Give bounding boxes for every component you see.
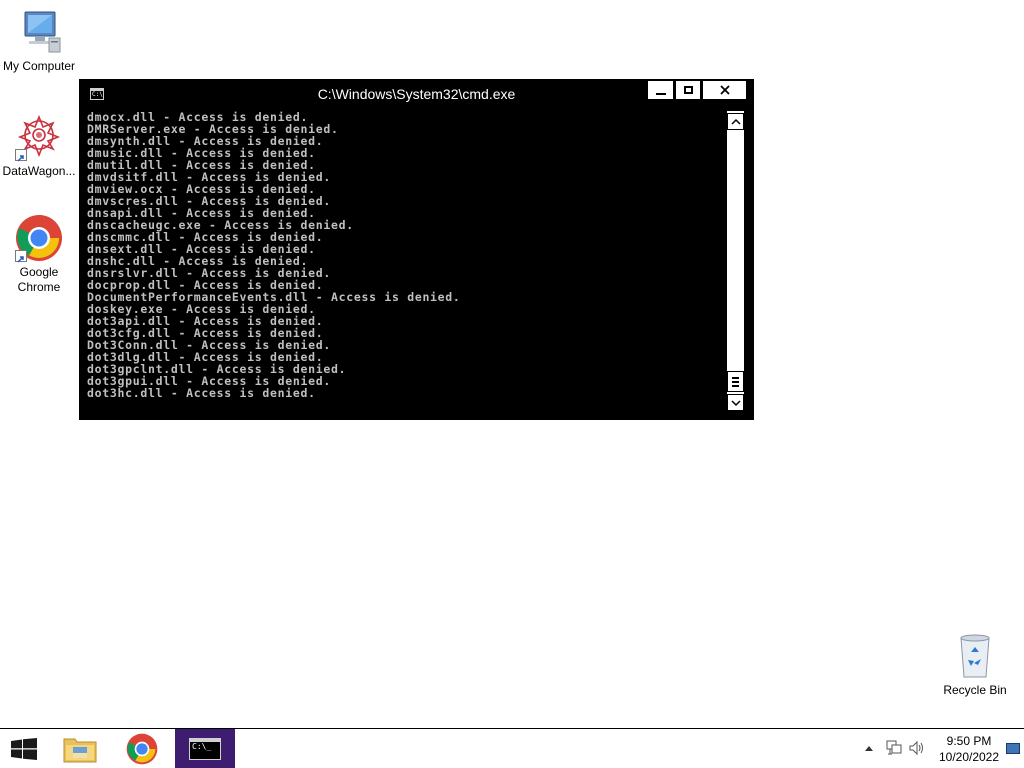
- chrome-icon: [15, 214, 63, 263]
- console-line: dot3hc.dll - Access is denied.: [87, 386, 316, 400]
- network-icon: [886, 740, 902, 755]
- minimize-button[interactable]: [647, 80, 674, 100]
- cmd-title-bar[interactable]: C:\Windows\System32\cmd.exe C:\: [79, 79, 754, 109]
- show-desktop-button[interactable]: [1006, 743, 1020, 754]
- cmd-window[interactable]: C:\Windows\System32\cmd.exe C:\ dmocx.dl…: [79, 79, 754, 420]
- recycle-bin-icon: [951, 632, 999, 680]
- console-output[interactable]: dmocx.dll - Access is denied. DMRServer.e…: [87, 111, 727, 411]
- chrome-icon: [126, 733, 158, 765]
- close-button[interactable]: [702, 80, 747, 100]
- computer-icon: [15, 8, 63, 56]
- desktop-icon-my-computer[interactable]: My Computer: [0, 8, 78, 74]
- windows-logo-icon: [11, 738, 37, 760]
- desktop-icon-label: My Computer: [2, 59, 76, 73]
- taskbar-clock[interactable]: 9:50 PM 10/20/2022: [933, 733, 1005, 765]
- desktop-icon-google-chrome[interactable]: Google Chrome: [0, 214, 78, 295]
- volume-tray-button[interactable]: [908, 729, 926, 768]
- desktop-icon-label: Recycle Bin: [943, 683, 1007, 697]
- taskbar-command-prompt[interactable]: C:\_: [175, 729, 235, 768]
- chevron-up-icon: [731, 118, 741, 125]
- taskbar-google-chrome[interactable]: [119, 729, 165, 768]
- volume-icon: [909, 740, 923, 756]
- desktop-icon-label: DataWagon...: [2, 164, 76, 178]
- show-hidden-icons-button[interactable]: [860, 729, 878, 768]
- start-button[interactable]: [0, 729, 48, 768]
- network-tray-button[interactable]: [885, 729, 903, 768]
- chevron-up-icon: [865, 746, 873, 751]
- datawagon-icon: [15, 113, 63, 162]
- shortcut-arrow-icon: [15, 149, 27, 162]
- close-icon: [719, 85, 730, 95]
- desktop-icon-label: Google Chrome: [17, 265, 61, 294]
- maximize-button[interactable]: [675, 80, 701, 100]
- folder-icon: [63, 738, 97, 763]
- desktop-icon-recycle-bin[interactable]: Recycle Bin: [936, 632, 1014, 698]
- scroll-down-button[interactable]: [727, 394, 744, 411]
- cmd-icon-text: C:\_: [192, 742, 212, 751]
- minimize-icon: [656, 93, 666, 95]
- clock-date: 10/20/2022: [938, 750, 1000, 764]
- cmd-app-icon-text: C:\: [92, 91, 103, 98]
- maximize-icon: [684, 86, 693, 94]
- cmd-icon: C:\_: [189, 738, 221, 760]
- vertical-scrollbar[interactable]: [727, 111, 744, 411]
- desktop-icon-datawagon[interactable]: DataWagon...: [0, 113, 78, 179]
- chevron-down-icon: [731, 400, 741, 407]
- cmd-app-icon[interactable]: C:\: [90, 88, 104, 100]
- shortcut-arrow-icon: [15, 250, 27, 263]
- scroll-up-button[interactable]: [727, 113, 744, 130]
- desktop: My Computer DataWagon... Google Chrome R…: [0, 0, 1024, 728]
- taskbar-file-explorer[interactable]: [57, 729, 103, 768]
- scroll-thumb[interactable]: [727, 371, 744, 392]
- clock-time: 9:50 PM: [946, 734, 992, 748]
- taskbar: C:\_ 9:50 PM 10/20/2022: [0, 728, 1024, 768]
